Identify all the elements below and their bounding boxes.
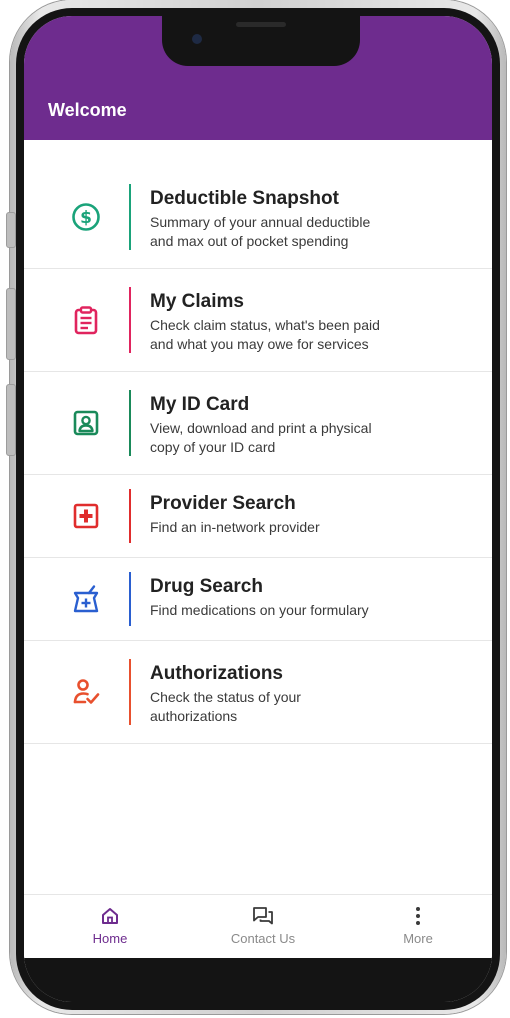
tab-more[interactable]: More: [368, 905, 468, 946]
home-icon: [60, 905, 160, 927]
menu-item-provider-search[interactable]: Provider Search Find an in-network provi…: [24, 475, 492, 558]
item-separator: [129, 659, 131, 725]
item-description-line: Check the status of your: [150, 689, 301, 705]
tab-label: Contact Us: [230, 931, 296, 946]
tab-home[interactable]: Home: [60, 905, 160, 946]
page-title: Welcome: [48, 100, 127, 120]
item-description-line: authorizations: [150, 708, 238, 724]
clipboard-icon: [70, 304, 102, 336]
medical-cross-icon: [70, 500, 102, 532]
phone-screen: Welcome $ Deductible Snapshot Summary of…: [24, 16, 492, 1002]
item-description-line: Summary of your annual deductible: [150, 214, 371, 230]
prescription-bottle-icon: [70, 583, 102, 615]
tab-contact-us[interactable]: Contact Us: [213, 905, 313, 946]
bottom-tab-bar: Home Contact Us More: [24, 894, 492, 957]
menu-item-my-id-card[interactable]: My ID Card View, download and print a ph…: [24, 372, 492, 475]
tab-label: Home: [92, 931, 128, 946]
more-vertical-icon: [368, 905, 468, 927]
item-description-line: and what you may owe for services: [150, 336, 369, 352]
menu-item-deductible-snapshot[interactable]: $ Deductible Snapshot Summary of your an…: [24, 166, 492, 269]
tab-label: More: [403, 931, 433, 946]
item-title: Authorizations: [150, 663, 283, 684]
item-title: Deductible Snapshot: [150, 188, 339, 209]
chat-icon: [213, 905, 313, 927]
item-description-line: Find medications on your formulary: [150, 602, 369, 618]
menu-list: $ Deductible Snapshot Summary of your an…: [24, 166, 492, 744]
item-text: My ID Card View, download and print a ph…: [150, 394, 476, 457]
person-check-icon: [70, 676, 102, 708]
item-title: My Claims: [150, 291, 244, 312]
item-separator: [129, 572, 131, 626]
item-separator: [129, 390, 131, 456]
phone-bottom-bezel: [24, 958, 492, 1002]
menu-item-drug-search[interactable]: Drug Search Find medications on your for…: [24, 558, 492, 641]
phone-notch: [162, 16, 360, 66]
volume-up-button: [6, 288, 16, 360]
id-card-icon: [70, 407, 102, 439]
item-title: My ID Card: [150, 394, 250, 415]
item-text: Authorizations Check the status of your …: [150, 663, 476, 726]
item-text: Deductible Snapshot Summary of your annu…: [150, 188, 476, 251]
item-separator: [129, 184, 131, 250]
earpiece-speaker: [236, 22, 286, 27]
item-title: Drug Search: [150, 576, 263, 597]
item-description-line: Check claim status, what's been paid: [150, 317, 380, 333]
dollar-circle-icon: $: [70, 201, 102, 233]
item-title: Provider Search: [150, 493, 296, 514]
mute-switch: [6, 212, 16, 248]
svg-text:$: $: [80, 208, 92, 228]
menu-item-authorizations[interactable]: Authorizations Check the status of your …: [24, 641, 492, 744]
item-text: Provider Search Find an in-network provi…: [150, 493, 476, 537]
menu-item-my-claims[interactable]: My Claims Check claim status, what's bee…: [24, 269, 492, 372]
front-camera: [192, 34, 202, 44]
item-description-line: copy of your ID card: [150, 439, 276, 455]
volume-down-button: [6, 384, 16, 456]
item-separator: [129, 287, 131, 353]
item-description-line: and max out of pocket spending: [150, 233, 349, 249]
item-text: My Claims Check claim status, what's bee…: [150, 291, 476, 354]
item-separator: [129, 489, 131, 543]
item-description-line: Find an in-network provider: [150, 519, 320, 535]
item-text: Drug Search Find medications on your for…: [150, 576, 476, 620]
item-description-line: View, download and print a physical: [150, 420, 372, 436]
